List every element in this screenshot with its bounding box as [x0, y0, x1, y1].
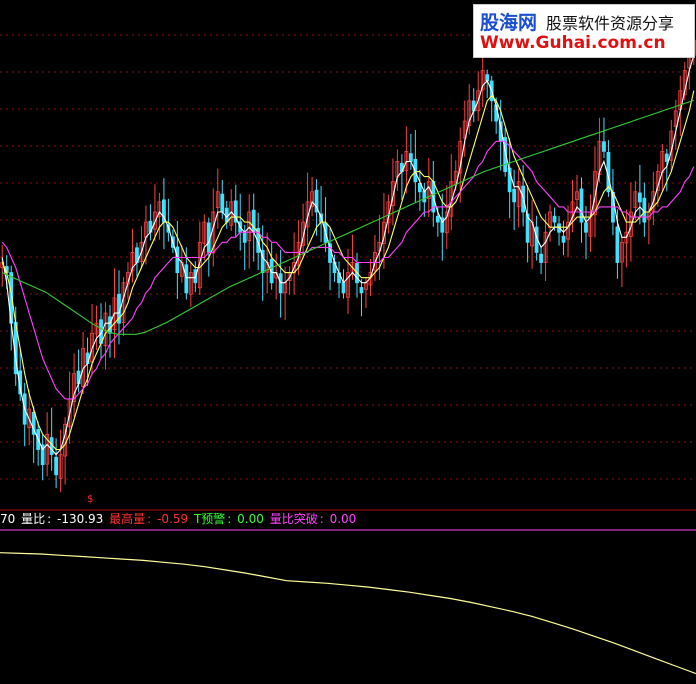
candlestick-chart [0, 23, 696, 675]
tyujing-label: T预警 [193, 512, 226, 526]
candle-body [175, 246, 180, 274]
candle-body [539, 253, 543, 263]
candle-body [408, 153, 413, 162]
watermark-url: Www.Guhai.com.cn [480, 33, 666, 53]
candle-body [512, 188, 517, 203]
candle-body [242, 232, 247, 243]
watermark-tagline: 股票软件资源分享 [546, 14, 675, 33]
candle-body [341, 282, 346, 294]
indicator-line [0, 552, 696, 675]
watermark-brand: 股海网 [480, 12, 538, 34]
tupo-value: 0.00 [329, 512, 357, 526]
candle-body [561, 235, 566, 243]
tupo-label: 量比突破 [269, 512, 318, 526]
sep-colon: : [227, 512, 232, 526]
zuigao-value: -0.59 [157, 512, 189, 526]
candle-body [615, 226, 620, 263]
candle-body [359, 287, 364, 294]
sep-colon: : [147, 512, 152, 526]
candle-body [184, 264, 189, 294]
indicator-prefix: 70 [0, 512, 16, 526]
candle-body [664, 153, 669, 162]
indicator-panel [0, 552, 696, 675]
liangbi-label: 量比 [21, 512, 46, 526]
liangbi-value: -130.93 [57, 512, 104, 526]
sep-colon: : [47, 512, 52, 526]
signal-marker: $ [87, 494, 94, 505]
candle-body [602, 141, 606, 152]
watermark-logo: 股海网 股票软件资源分享 Www.Guhai.com.cn [473, 4, 695, 58]
candle-body [278, 273, 283, 294]
indicator-legend: 70 量比: -130.93 最高量: -0.59 T预警: 0.00 量比突破… [0, 510, 358, 528]
zuigao-label: 最高量 [109, 512, 146, 526]
tyujing-value: 0.00 [237, 512, 264, 526]
candle-body [422, 190, 427, 203]
candle-body [552, 215, 557, 223]
candle-body [220, 193, 225, 213]
candle-body [485, 74, 490, 82]
candle-body [108, 316, 112, 334]
chart-stage: $ 70 量比: -130.93 最高量: -0.59 T预警: 0.00 量比… [0, 0, 696, 684]
sep-colon: : [319, 512, 324, 526]
candle-body [637, 192, 642, 203]
candle-body [584, 222, 588, 233]
candle-body [435, 215, 440, 223]
candle-body [54, 456, 59, 476]
